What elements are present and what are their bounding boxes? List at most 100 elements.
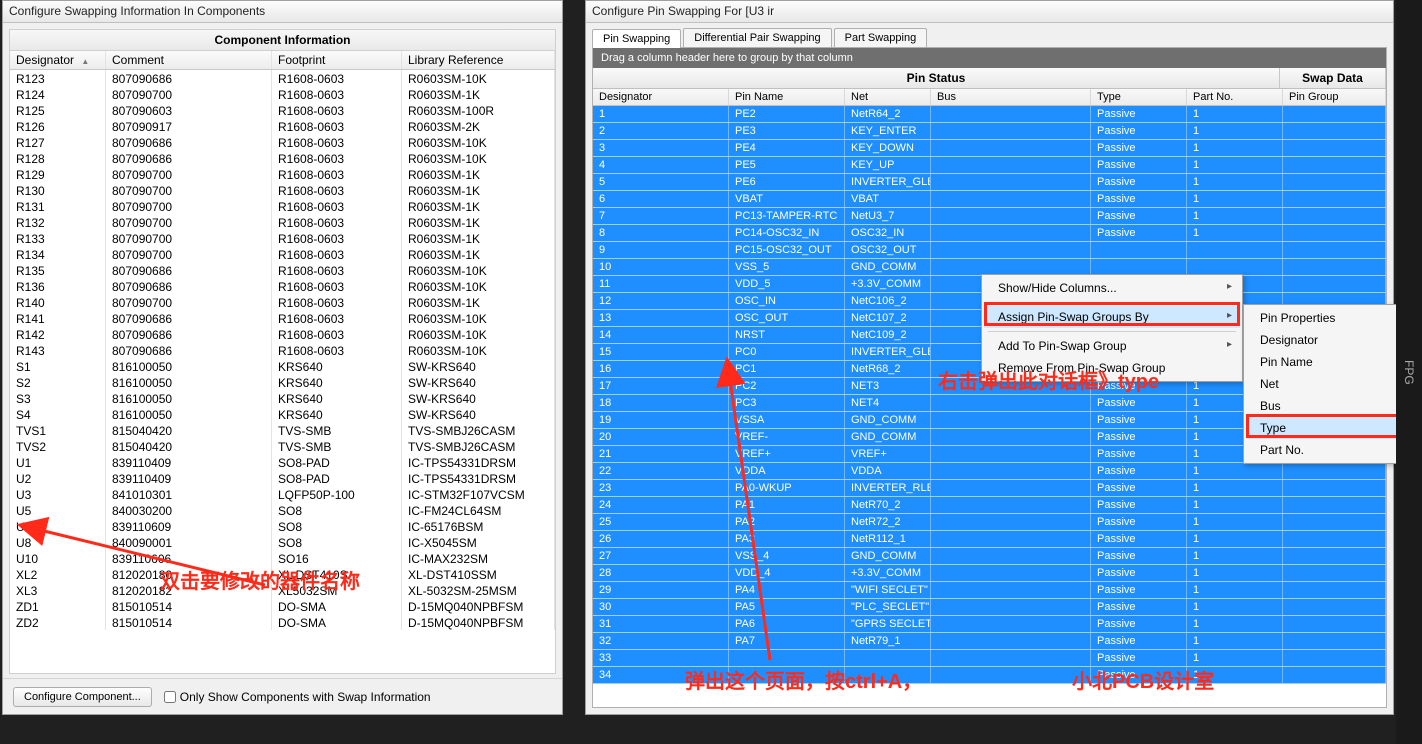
cell-pin-name: PE5 bbox=[729, 157, 845, 173]
col-pin-designator[interactable]: Designator bbox=[593, 89, 729, 105]
pin-row[interactable]: 4PE5KEY_UPPassive1 bbox=[593, 157, 1386, 174]
pin-row[interactable]: 8PC14-OSC32_INOSC32_INPassive1 bbox=[593, 225, 1386, 242]
table-row[interactable]: R140807090700R1608-0603R0603SM-1K bbox=[10, 294, 555, 310]
pin-row[interactable]: 29PA4"WIFI SECLET"Passive1 bbox=[593, 582, 1386, 599]
table-row[interactable]: S3816100050KRS640SW-KRS640 bbox=[10, 390, 555, 406]
table-row[interactable]: R127807090686R1608-0603R0603SM-10K bbox=[10, 134, 555, 150]
table-row[interactable]: R124807090700R1608-0603R0603SM-1K bbox=[10, 86, 555, 102]
pin-row[interactable]: 5PE6INVERTER_GLEPassive1 bbox=[593, 174, 1386, 191]
window-title-left: Configure Swapping Information In Compon… bbox=[3, 1, 562, 23]
table-row[interactable]: R130807090700R1608-0603R0603SM-1K bbox=[10, 182, 555, 198]
group-by-hint[interactable]: Drag a column header here to group by th… bbox=[593, 48, 1386, 68]
col-type[interactable]: Type bbox=[1091, 89, 1187, 105]
pin-row[interactable]: 1PE2NetR64_2Passive1 bbox=[593, 106, 1386, 123]
table-row[interactable]: R129807090700R1608-0603R0603SM-1K bbox=[10, 166, 555, 182]
menu-item[interactable]: Pin Properties bbox=[1246, 307, 1400, 329]
cell-part-no: 1 bbox=[1187, 667, 1283, 683]
menu-item[interactable]: Type bbox=[1246, 417, 1400, 439]
tab-part-swapping[interactable]: Part Swapping bbox=[834, 28, 928, 47]
col-pin-group[interactable]: Pin Group bbox=[1283, 89, 1386, 105]
pin-row[interactable]: 32PA7NetR79_1Passive1 bbox=[593, 633, 1386, 650]
only-swap-checkbox-input[interactable] bbox=[164, 691, 176, 703]
table-row[interactable]: U2839110409SO8-PADIC-TPS54331DRSM bbox=[10, 470, 555, 486]
cell-type: Passive bbox=[1091, 208, 1187, 224]
cell-designator: R132 bbox=[10, 214, 106, 230]
col-net[interactable]: Net bbox=[845, 89, 931, 105]
table-row[interactable]: R143807090686R1608-0603R0603SM-10K bbox=[10, 342, 555, 358]
table-row[interactable]: R141807090686R1608-0603R0603SM-10K bbox=[10, 310, 555, 326]
col-designator[interactable]: Designator ▲ bbox=[10, 51, 106, 69]
pin-row[interactable]: 23PA0-WKUPINVERTER_RLEPassive1 bbox=[593, 480, 1386, 497]
table-row[interactable]: R123807090686R1608-0603R0603SM-10K bbox=[10, 70, 555, 86]
col-pin-name[interactable]: Pin Name bbox=[729, 89, 845, 105]
menu-item[interactable]: Add To Pin-Swap Group bbox=[984, 335, 1240, 357]
pin-row[interactable]: 3PE4KEY_DOWNPassive1 bbox=[593, 140, 1386, 157]
pin-row[interactable]: 9PC15-OSC32_OUTOSC32_OUT bbox=[593, 242, 1386, 259]
cell-pin-group bbox=[1283, 514, 1386, 530]
col-comment[interactable]: Comment bbox=[106, 51, 272, 69]
table-row[interactable]: TVS1815040420TVS-SMBTVS-SMBJ26CASM bbox=[10, 422, 555, 438]
cell-bus bbox=[931, 208, 1091, 224]
pin-row[interactable]: 7PC13-TAMPER-RTCNetU3_7Passive1 bbox=[593, 208, 1386, 225]
menu-item[interactable]: Part No. bbox=[1246, 439, 1400, 461]
table-row[interactable]: TVS2815040420TVS-SMBTVS-SMBJ26CASM bbox=[10, 438, 555, 454]
component-grid-body[interactable]: R123807090686R1608-0603R0603SM-10KR12480… bbox=[10, 70, 555, 660]
pin-row[interactable]: 30PA5"PLC_SECLET"Passive1 bbox=[593, 599, 1386, 616]
table-row[interactable]: R136807090686R1608-0603R0603SM-10K bbox=[10, 278, 555, 294]
table-row[interactable]: U1839110409SO8-PADIC-TPS54331DRSM bbox=[10, 454, 555, 470]
pin-row[interactable]: 25PA2NetR72_2Passive1 bbox=[593, 514, 1386, 531]
table-row[interactable]: R132807090700R1608-0603R0603SM-1K bbox=[10, 214, 555, 230]
pin-row[interactable]: 27VSS_4GND_COMMPassive1 bbox=[593, 548, 1386, 565]
menu-item[interactable]: Show/Hide Columns... bbox=[984, 277, 1240, 299]
cell-bus bbox=[931, 395, 1091, 411]
cell-type: Passive bbox=[1091, 157, 1187, 173]
menu-item[interactable]: Designator bbox=[1246, 329, 1400, 351]
table-row[interactable]: U6839110609SO8IC-65176BSM bbox=[10, 518, 555, 534]
pin-row[interactable]: 6VBATVBATPassive1 bbox=[593, 191, 1386, 208]
table-row[interactable]: U8840090001SO8IC-X5045SM bbox=[10, 534, 555, 550]
table-row[interactable]: R131807090700R1608-0603R0603SM-1K bbox=[10, 198, 555, 214]
menu-item[interactable]: Pin Name bbox=[1246, 351, 1400, 373]
context-menu-main[interactable]: Show/Hide Columns... Assign Pin-Swap Grou… bbox=[981, 274, 1243, 382]
table-row[interactable]: XL3812020182XL5032SMXL-5032SM-25MSM bbox=[10, 582, 555, 598]
table-row[interactable]: U10839110606SO16IC-MAX232SM bbox=[10, 550, 555, 566]
table-row[interactable]: R126807090917R1608-0603R0603SM-2K bbox=[10, 118, 555, 134]
col-bus[interactable]: Bus bbox=[931, 89, 1091, 105]
table-row[interactable]: R142807090686R1608-0603R0603SM-10K bbox=[10, 326, 555, 342]
col-library-ref[interactable]: Library Reference bbox=[402, 51, 555, 69]
table-row[interactable]: ZD2815010514DO-SMAD-15MQ040NPBFSM bbox=[10, 614, 555, 630]
pin-row[interactable]: 33Passive1 bbox=[593, 650, 1386, 667]
pin-row[interactable]: 31PA6"GPRS SECLET"Passive1 bbox=[593, 616, 1386, 633]
menu-item[interactable]: Net bbox=[1246, 373, 1400, 395]
table-row[interactable]: U5840030200SO8IC-FM24CL64SM bbox=[10, 502, 555, 518]
table-row[interactable]: R128807090686R1608-0603R0603SM-10K bbox=[10, 150, 555, 166]
pin-row[interactable]: 24PA1NetR70_2Passive1 bbox=[593, 497, 1386, 514]
menu-item[interactable]: Assign Pin-Swap Groups By bbox=[984, 306, 1240, 328]
pin-row[interactable]: 26PA3NetR112_1Passive1 bbox=[593, 531, 1386, 548]
tab-pin-swapping[interactable]: Pin Swapping bbox=[592, 29, 681, 48]
col-part-no[interactable]: Part No. bbox=[1187, 89, 1283, 105]
right-dock-sliver[interactable]: FPG bbox=[1396, 0, 1422, 744]
pin-row[interactable]: 28VDD_4+3.3V_COMMPassive1 bbox=[593, 565, 1386, 582]
menu-item[interactable]: Remove From Pin-Swap Group bbox=[984, 357, 1240, 379]
pin-row[interactable]: 34Passive1 bbox=[593, 667, 1386, 684]
table-row[interactable]: S2816100050KRS640SW-KRS640 bbox=[10, 374, 555, 390]
context-menu-assign-by[interactable]: Pin PropertiesDesignatorPin NameNetBusTy… bbox=[1243, 304, 1403, 464]
pin-row[interactable]: 2PE3KEY_ENTERPassive1 bbox=[593, 123, 1386, 140]
configure-component-button[interactable]: Configure Component... bbox=[13, 687, 152, 707]
table-row[interactable]: R133807090700R1608-0603R0603SM-1K bbox=[10, 230, 555, 246]
table-row[interactable]: ZD1815010514DO-SMAD-15MQ040NPBFSM bbox=[10, 598, 555, 614]
table-row[interactable]: XL2812020180XL DST410SXL-DST410SSM bbox=[10, 566, 555, 582]
table-row[interactable]: U3841010301LQFP50P-100IC-STM32F107VCSM bbox=[10, 486, 555, 502]
cell-pin-name: PA6 bbox=[729, 616, 845, 632]
col-footprint[interactable]: Footprint bbox=[272, 51, 402, 69]
table-row[interactable]: S4816100050KRS640SW-KRS640 bbox=[10, 406, 555, 422]
table-row[interactable]: R125807090603R1608-0603R0603SM-100R bbox=[10, 102, 555, 118]
menu-item[interactable]: Bus bbox=[1246, 395, 1400, 417]
table-row[interactable]: S1816100050KRS640SW-KRS640 bbox=[10, 358, 555, 374]
tab-diff-pair-swapping[interactable]: Differential Pair Swapping bbox=[683, 28, 831, 47]
table-row[interactable]: R134807090700R1608-0603R0603SM-1K bbox=[10, 246, 555, 262]
table-row[interactable]: R135807090686R1608-0603R0603SM-10K bbox=[10, 262, 555, 278]
pin-row[interactable]: 22VDDAVDDAPassive1 bbox=[593, 463, 1386, 480]
only-swap-checkbox[interactable]: Only Show Components with Swap Informati… bbox=[164, 690, 431, 704]
